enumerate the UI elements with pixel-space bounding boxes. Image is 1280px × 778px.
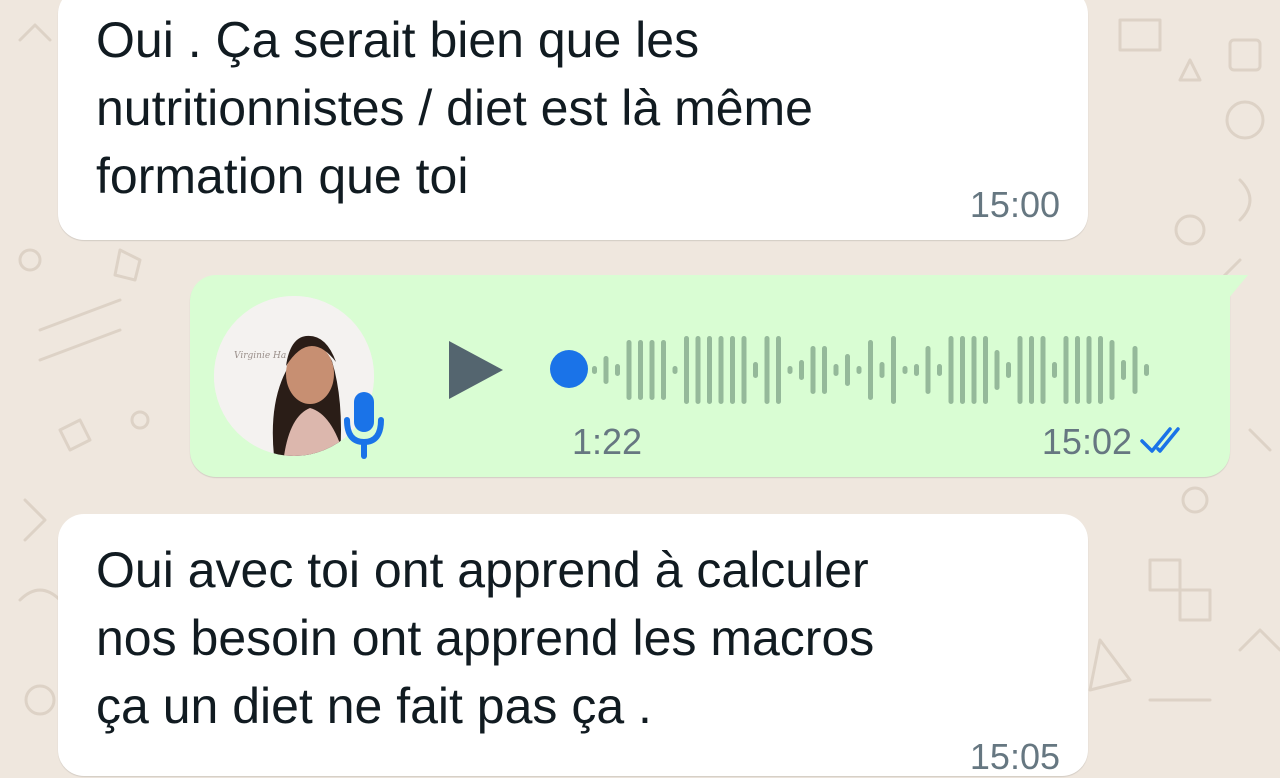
- waveform-bar: [1006, 362, 1011, 378]
- waveform-bar: [753, 362, 758, 378]
- outgoing-voice-message[interactable]: Virginie Ha 1:22 15:02: [190, 275, 1248, 477]
- waveform-bar: [983, 336, 988, 404]
- waveform-bar: [1040, 336, 1046, 404]
- message-time: 15:05: [969, 736, 1060, 777]
- waveform-bar: [718, 336, 724, 404]
- seek-handle[interactable]: [550, 350, 588, 388]
- bubble-tail: [1228, 275, 1248, 299]
- waveform-bar: [638, 340, 643, 400]
- double-check-icon: [1140, 427, 1180, 453]
- waveform-bar: [684, 336, 689, 404]
- waveform-bar: [845, 354, 850, 386]
- waveform-bar: [902, 366, 908, 374]
- waveform[interactable]: [588, 335, 1178, 405]
- waveform-bar: [707, 336, 712, 404]
- waveform-bar: [764, 336, 770, 404]
- waveform-bar: [960, 336, 965, 404]
- waveform-bar: [879, 362, 885, 378]
- mic-icon: [344, 392, 384, 459]
- waveform-bar: [776, 336, 781, 404]
- waveform-bar: [1086, 336, 1092, 404]
- waveform-bar: [1109, 340, 1115, 400]
- waveform-bar: [1052, 362, 1057, 378]
- waveform-bar: [891, 336, 896, 404]
- message-text: Oui . Ça serait bien que les nutritionni…: [96, 12, 813, 204]
- waveform-bar: [615, 364, 620, 376]
- waveform-bar: [856, 366, 862, 374]
- waveform-bar: [1144, 364, 1149, 376]
- waveform-bar: [799, 360, 804, 380]
- waveform-bar: [1029, 336, 1034, 404]
- waveform-bar: [925, 346, 931, 394]
- waveform-bar: [649, 340, 655, 400]
- waveform-bar: [1063, 336, 1069, 404]
- waveform-bar: [787, 366, 793, 374]
- waveform-bar: [1075, 336, 1080, 404]
- incoming-message[interactable]: Oui avec toi ont apprend à calculer nos …: [58, 514, 1088, 777]
- voice-duration: 1:22: [572, 421, 643, 462]
- waveform-bar: [730, 336, 735, 404]
- waveform-bar: [937, 364, 942, 376]
- waveform-bar: [626, 340, 632, 400]
- waveform-bar: [868, 340, 873, 400]
- waveform-bar: [661, 340, 666, 400]
- waveform-bar: [822, 346, 827, 394]
- waveform-bar: [672, 366, 678, 374]
- waveform-bar: [1017, 336, 1023, 404]
- message-text: Oui avec toi ont apprend à calculer nos …: [96, 542, 875, 734]
- waveform-bar: [994, 350, 1000, 390]
- waveform-bar: [695, 336, 701, 404]
- waveform-bar: [603, 356, 609, 384]
- waveform-bar: [741, 336, 747, 404]
- waveform-bar: [1121, 360, 1126, 380]
- waveform-bar: [1132, 346, 1138, 394]
- signature-logo: Virginie Ha: [234, 351, 286, 361]
- message-time: 15:00: [969, 184, 1060, 225]
- waveform-bar: [592, 366, 597, 374]
- waveform-bar: [1098, 336, 1103, 404]
- waveform-bar: [833, 364, 839, 376]
- waveform-bar: [914, 364, 919, 376]
- play-icon[interactable]: [445, 335, 507, 405]
- waveform-bar: [971, 336, 977, 404]
- message-time: 15:02: [1041, 421, 1132, 462]
- incoming-message[interactable]: Oui . Ça serait bien que les nutritionni…: [58, 0, 1088, 240]
- waveform-bar: [948, 336, 954, 404]
- waveform-bar: [810, 346, 816, 394]
